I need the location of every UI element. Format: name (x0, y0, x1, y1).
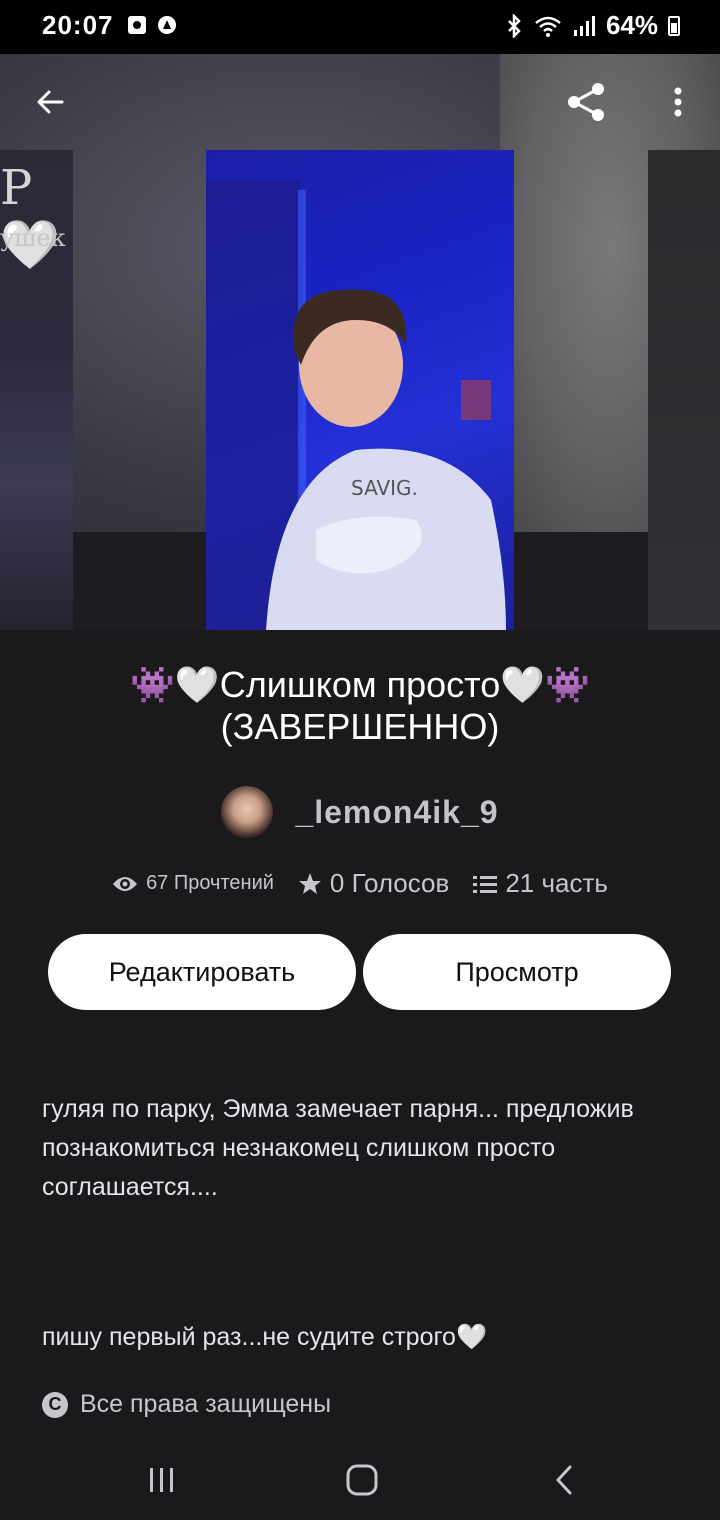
votes-stat: 0 Голосов (298, 868, 449, 899)
side-card-subtext: ушек (0, 224, 66, 252)
status-right: 64% (504, 10, 680, 41)
author-avatar[interactable] (221, 786, 274, 838)
edit-button[interactable]: Редактировать (48, 934, 356, 1010)
battery-icon (668, 15, 680, 36)
story-note: пишу первый раз...не судите строго🤍 (42, 1323, 488, 1351)
status-time: 20:07 (42, 10, 114, 40)
wifi-icon (535, 16, 561, 37)
reads-count: 67 Прочтений (146, 872, 274, 894)
list-icon (473, 875, 498, 893)
recent-apps-icon (150, 1468, 173, 1492)
battery-percent: 64% (605, 10, 658, 40)
previous-story-cover[interactable]: Р🤍 ушек (0, 150, 73, 630)
cover-image: SAVIG. (206, 180, 506, 630)
view-button[interactable]: Просмотр (363, 934, 671, 1010)
star-icon (298, 872, 321, 894)
more-button[interactable] (654, 78, 702, 126)
copyright-icon: C (42, 1391, 68, 1418)
share-icon (568, 83, 604, 121)
eye-icon (113, 876, 138, 891)
author-name[interactable]: _lemon4ik_9 (295, 794, 498, 831)
story-stats: 67 Прочтений 0 Голосов 21 часть (0, 868, 720, 899)
svg-text:SAVIG.: SAVIG. (351, 476, 418, 500)
votes-count: 0 Голосов (329, 868, 450, 898)
bluetooth-icon (508, 13, 521, 38)
copyright-row: C Все права защищены (42, 1390, 331, 1419)
author-row[interactable]: _lemon4ik_9 (0, 786, 720, 838)
system-nav-bar (0, 1440, 720, 1520)
home-button[interactable] (340, 1458, 384, 1502)
parts-count: 21 часть (505, 868, 608, 898)
photo-notification-icon (128, 16, 146, 34)
story-title: 👾🤍Слишком просто🤍👾 (ЗАВЕРШЕННО) (130, 664, 590, 747)
back-nav-button[interactable] (542, 1458, 586, 1502)
status-bar: 20:07 64% (0, 0, 720, 54)
parts-stat[interactable]: 21 часть (473, 868, 608, 899)
story-cover[interactable]: SAVIG. (206, 150, 514, 630)
side-card-text: Р🤍 (0, 160, 60, 273)
story-description: гуляя по парку, Эмма замечает парня... п… (42, 1095, 634, 1201)
more-vertical-icon (674, 87, 682, 117)
vpn-icon (158, 16, 176, 34)
arrow-left-icon (37, 90, 64, 114)
home-icon (346, 1464, 378, 1496)
share-button[interactable] (562, 78, 610, 126)
copyright-text: Все права защищены (80, 1390, 332, 1418)
reads-stat: 67 Прочтений (112, 872, 274, 895)
signal-icon (573, 15, 595, 36)
next-story-cover[interactable] (648, 150, 720, 630)
recent-apps-button[interactable] (140, 1458, 184, 1502)
chevron-left-icon (555, 1465, 572, 1495)
back-button[interactable] (26, 78, 74, 126)
